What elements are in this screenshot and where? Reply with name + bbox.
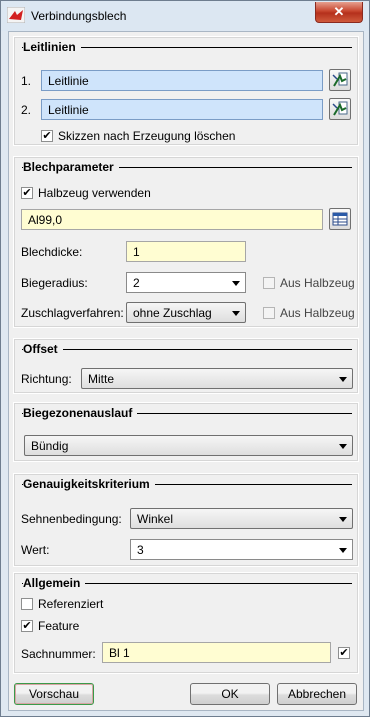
bend-radius-combo[interactable]: 2 — [126, 272, 246, 293]
bend-zone-runout-value: Bündig — [31, 439, 69, 453]
chevron-down-icon[interactable] — [339, 517, 347, 522]
group-allgemein: Allgemein Referenziert ✔ Feature Sachnum… — [13, 572, 359, 674]
material-field[interactable]: Al99,0 — [21, 209, 323, 230]
pick-line-icon — [332, 101, 348, 116]
chevron-down-icon[interactable] — [339, 377, 347, 382]
group-title: Allgemein — [23, 576, 86, 590]
part-number-field[interactable]: Bl 1 — [102, 642, 331, 663]
app-logo-icon — [7, 7, 25, 23]
leitlinie-1-field[interactable]: Leitlinie — [41, 70, 323, 91]
check-mark-icon: ✔ — [22, 187, 32, 199]
thickness-field[interactable]: 1 — [126, 241, 246, 262]
row-index-2: 2. — [21, 103, 32, 117]
allowance-combo[interactable]: ohne Zuschlag — [126, 302, 246, 323]
group-title: Leitlinien — [23, 40, 81, 54]
chord-condition-combo[interactable]: Winkel — [130, 508, 353, 529]
value-value: 3 — [137, 543, 144, 557]
direction-value: Mitte — [88, 372, 115, 386]
feature-label: Feature — [38, 619, 80, 633]
material-catalog-button[interactable] — [329, 208, 351, 230]
cancel-button[interactable]: Abbrechen — [277, 683, 357, 705]
row-index-1: 1. — [21, 74, 32, 88]
direction-label: Richtung: — [21, 372, 72, 386]
feature-checkbox[interactable]: ✔ — [21, 620, 33, 632]
value-label: Wert: — [21, 543, 50, 557]
allowance-label: Zuschlagverfahren: — [21, 306, 124, 320]
window-title: Verbindungsblech — [31, 9, 127, 23]
check-mark-icon: ✔ — [339, 647, 349, 659]
group-blechparameter: Blechparameter ✔ Halbzeug verwenden Al99… — [13, 156, 359, 328]
dialog-body: Leitlinien 1. Leitlinie 2. Leitlinie ✔ S… — [8, 31, 364, 711]
group-title: Blechparameter — [23, 160, 119, 174]
pick-line-icon — [332, 72, 348, 87]
chevron-down-icon[interactable] — [339, 548, 347, 553]
chevron-down-icon[interactable] — [232, 281, 240, 286]
part-number-checkbox[interactable]: ✔ — [338, 647, 350, 659]
ok-button[interactable]: OK — [190, 683, 270, 705]
referenced-checkbox[interactable] — [21, 598, 33, 610]
chord-condition-label: Sehnenbedingung: — [21, 512, 122, 526]
group-title: Offset — [23, 342, 63, 356]
title-bar[interactable]: Verbindungsblech ✕ — [1, 1, 369, 31]
group-offset: Offset Richtung: Mitte — [13, 338, 359, 394]
allowance-from-semi-checkbox[interactable] — [263, 307, 275, 319]
group-divider — [22, 349, 352, 350]
group-biegezonenauslauf: Biegezonenauslauf Bündig — [13, 402, 359, 462]
table-icon — [332, 212, 348, 226]
check-mark-icon: ✔ — [22, 620, 32, 632]
bend-radius-label: Biegeradius: — [21, 276, 88, 290]
close-icon: ✕ — [333, 4, 345, 19]
direction-combo[interactable]: Mitte — [81, 368, 353, 389]
group-genauigkeitskriterium: Genauigkeitskriterium Sehnenbedingung: W… — [13, 473, 359, 567]
allowance-value: ohne Zuschlag — [133, 306, 212, 320]
check-mark-icon: ✔ — [42, 130, 52, 142]
bend-zone-runout-combo[interactable]: Bündig — [24, 435, 353, 456]
thickness-label: Blechdicke: — [21, 245, 83, 259]
referenced-label: Referenziert — [38, 597, 104, 611]
group-title: Genauigkeitskriterium — [23, 477, 155, 491]
chevron-down-icon[interactable] — [232, 311, 240, 316]
delete-sketches-label: Skizzen nach Erzeugung löschen — [58, 129, 236, 143]
leitlinie-2-field[interactable]: Leitlinie — [41, 99, 323, 120]
pick-leitlinie-2-button[interactable] — [329, 98, 351, 120]
chord-condition-value: Winkel — [137, 512, 174, 526]
chevron-down-icon[interactable] — [339, 444, 347, 449]
delete-sketches-checkbox[interactable]: ✔ — [41, 130, 53, 142]
group-leitlinien: Leitlinien 1. Leitlinie 2. Leitlinie ✔ S… — [13, 36, 359, 146]
preview-button[interactable]: Vorschau — [14, 683, 94, 705]
dialog-window: Verbindungsblech ✕ Leitlinien 1. Leitlin… — [0, 0, 370, 717]
allowance-from-semi-label: Aus Halbzeug — [280, 306, 355, 320]
part-number-label: Sachnummer: — [21, 647, 96, 661]
bend-radius-value: 2 — [133, 276, 140, 290]
bend-radius-from-semi-label: Aus Halbzeug — [280, 276, 355, 290]
use-semi-finished-checkbox[interactable]: ✔ — [21, 187, 33, 199]
close-button[interactable]: ✕ — [315, 2, 363, 23]
bend-radius-from-semi-checkbox[interactable] — [263, 277, 275, 289]
group-title: Biegezonenauslauf — [23, 406, 138, 420]
use-semi-finished-label: Halbzeug verwenden — [38, 186, 151, 200]
pick-leitlinie-1-button[interactable] — [329, 69, 351, 91]
value-combo[interactable]: 3 — [130, 539, 353, 560]
